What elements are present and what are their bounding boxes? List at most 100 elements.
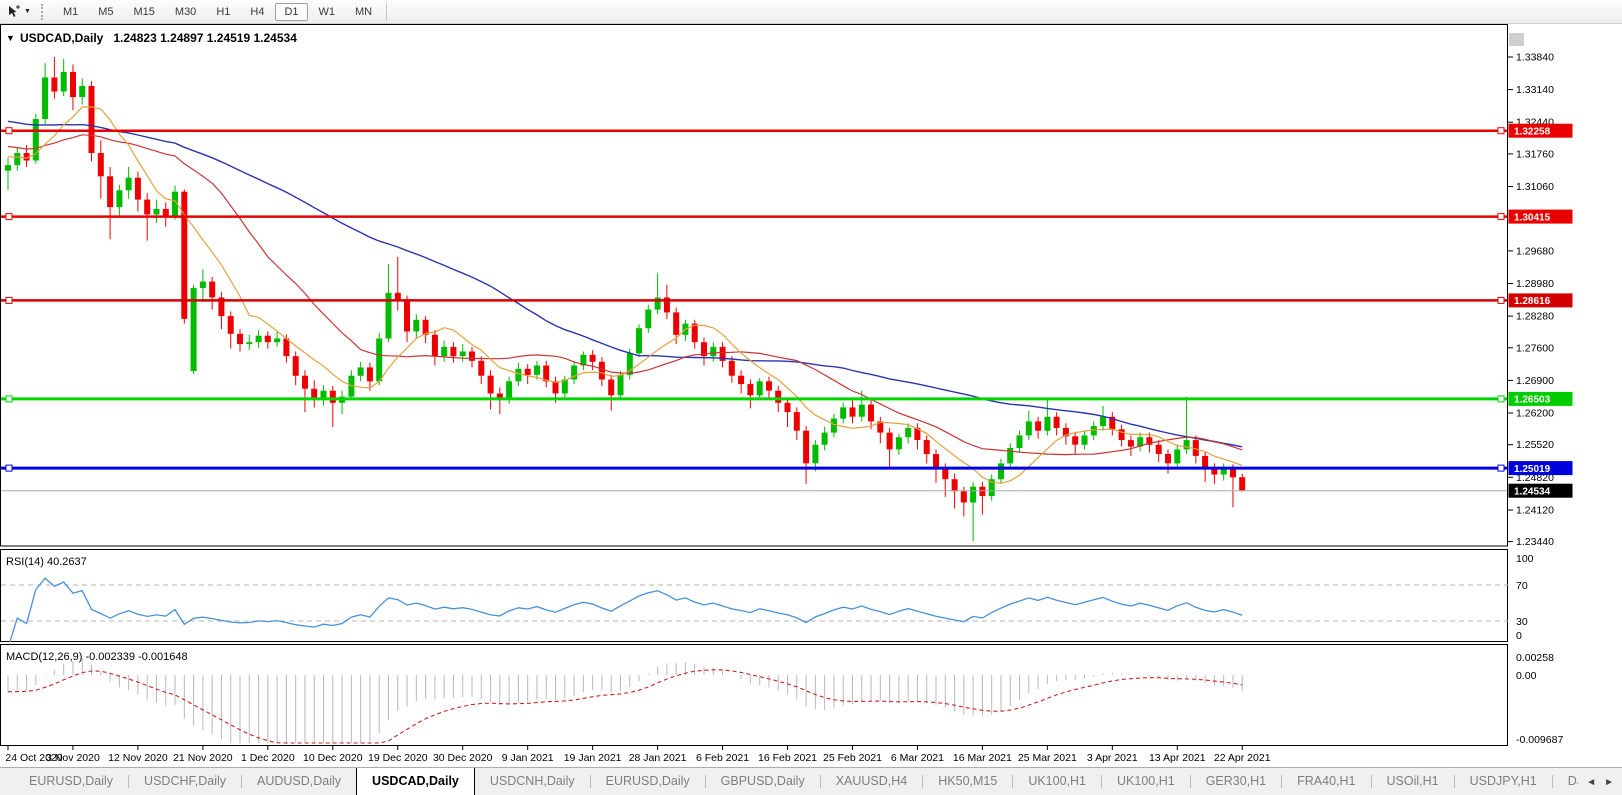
- date-ticks: 24 Oct 20203 Nov 202012 Nov 202021 Nov 2…: [5, 746, 1270, 764]
- rsi-indicator-pane[interactable]: RSI(14) 40.2637 100 70 30 0: [0, 549, 1622, 642]
- tab-ger30-h1[interactable]: GER30,H1: [1191, 768, 1281, 795]
- timeframe-buttons: M1M5M15M30H1H4D1W1MN: [53, 0, 382, 23]
- svg-text:1.24120: 1.24120: [1516, 505, 1554, 517]
- chart-symbol: USDCAD,Daily: [20, 31, 104, 45]
- rsi-axis-label: 70: [1516, 580, 1528, 592]
- tab-xauusd-h4[interactable]: XAUUSD,H4: [821, 768, 923, 795]
- timeframe-toolbar: ▼ M1M5M15M30H1H4D1W1MN: [0, 0, 1622, 24]
- tab-audusd-daily[interactable]: AUDUSD,Daily: [242, 768, 356, 795]
- timeframe-button-h4[interactable]: H4: [241, 3, 273, 21]
- rsi-label: RSI(14) 40.2637: [6, 556, 87, 568]
- toolbar-grip[interactable]: [41, 4, 47, 20]
- tab-usdjpy-h1[interactable]: USDJPY,H1: [1455, 768, 1552, 795]
- tab-scroll-arrows: ◄ ►: [1578, 768, 1622, 795]
- timeframe-button-w1[interactable]: W1: [310, 3, 345, 21]
- tab-usdchf-daily[interactable]: USDCHF,Daily: [129, 768, 241, 795]
- tab-gbpusd-daily[interactable]: GBPUSD,Daily: [706, 768, 820, 795]
- chevron-down-icon: ▼: [24, 8, 31, 15]
- svg-text:1.25520: 1.25520: [1516, 439, 1554, 451]
- svg-text:1.31060: 1.31060: [1516, 181, 1554, 193]
- rsi-border: [1, 550, 1508, 642]
- timeframe-button-mn[interactable]: MN: [346, 3, 381, 21]
- tab-eurusd-daily[interactable]: EURUSD,Daily: [591, 768, 705, 795]
- time-axis[interactable]: 24 Oct 20203 Nov 202012 Nov 202021 Nov 2…: [0, 746, 1622, 767]
- svg-text:USDCAD,Daily1.24823 1.24897 1.: USDCAD,Daily 1.24823 1.24897 1.24519 1.24…: [20, 31, 297, 45]
- timeframe-button-m15[interactable]: M15: [125, 3, 164, 21]
- date-tick-label: 16 Feb 2021: [758, 752, 817, 764]
- price-axis[interactable]: 1.338401.331401.324401.317601.310601.296…: [1508, 52, 1573, 548]
- tab-eurusd-daily[interactable]: EURUSD,Daily: [14, 768, 128, 795]
- date-tick-label: 30 Dec 2020: [433, 752, 493, 764]
- macd-axis-label: -0.009687: [1516, 734, 1563, 746]
- date-tick-label: 6 Feb 2021: [696, 752, 749, 764]
- toolbar-separator: [386, 3, 387, 21]
- main-chart-pane[interactable]: 1.338401.331401.324401.317601.310601.296…: [0, 24, 1622, 547]
- tab-uk100-h1[interactable]: UK100,H1: [1102, 768, 1190, 795]
- tab-scroll-left-icon[interactable]: ◄: [1586, 777, 1596, 788]
- date-tick-label: 9 Jan 2021: [502, 752, 554, 764]
- date-tick-label: 13 Apr 2021: [1149, 752, 1206, 764]
- rsi-axis-label: 100: [1516, 553, 1534, 565]
- timeframe-button-m1[interactable]: M1: [54, 3, 87, 21]
- date-tick-label: 12 Nov 2020: [108, 752, 168, 764]
- chart-tabs-bar: EURUSD,DailyUSDCHF,DailyAUDUSD,DailyUSDC…: [0, 767, 1622, 795]
- rsi-axis-label: 30: [1516, 616, 1528, 628]
- date-tick-label: 28 Jan 2021: [629, 752, 687, 764]
- tab-usdcnh-daily[interactable]: USDCNH,Daily: [475, 768, 590, 795]
- svg-text:1.23440: 1.23440: [1516, 536, 1554, 547]
- macd-label: MACD(12,26,9) -0.002339 -0.001648: [6, 651, 188, 663]
- chart-ohlc-values: 1.24823 1.24897 1.24519 1.24534: [113, 31, 297, 45]
- axis-scroll-marker[interactable]: [1509, 33, 1524, 46]
- timeframe-button-d1[interactable]: D1: [275, 3, 307, 21]
- svg-text:1.30415: 1.30415: [1514, 212, 1551, 223]
- svg-text:1.27600: 1.27600: [1516, 342, 1554, 354]
- date-tick-label: 6 Mar 2021: [891, 752, 944, 764]
- chart-title: ▼ USDCAD,Daily 1.24823 1.24897 1.24519 1.…: [6, 31, 297, 45]
- tab-hk50-m15[interactable]: HK50,M15: [923, 768, 1012, 795]
- macd-histogram: [8, 659, 1242, 744]
- title-expand-caret[interactable]: ▼: [6, 33, 15, 43]
- svg-text:1.32258: 1.32258: [1514, 127, 1551, 138]
- svg-text:1.29680: 1.29680: [1516, 245, 1554, 257]
- svg-text:1.26503: 1.26503: [1514, 395, 1551, 406]
- macd-border: [1, 645, 1508, 746]
- svg-text:1.33140: 1.33140: [1516, 84, 1554, 96]
- date-tick-label: 25 Feb 2021: [823, 752, 882, 764]
- svg-text:1.31760: 1.31760: [1516, 148, 1554, 160]
- rsi-axis-label: 0: [1516, 630, 1522, 642]
- tab-scroll-right-icon[interactable]: ►: [1604, 777, 1614, 788]
- horizontal-levels[interactable]: [0, 128, 1508, 491]
- cursor-tool-button[interactable]: ▼: [0, 0, 35, 23]
- date-tick-label: 22 Apr 2021: [1214, 752, 1271, 764]
- date-tick-label: 10 Dec 2020: [303, 752, 363, 764]
- chart-tabs-list: EURUSD,DailyUSDCHF,DailyAUDUSD,DailyUSDC…: [0, 768, 1578, 795]
- date-tick-label: 3 Nov 2020: [46, 752, 100, 764]
- timeframe-button-m5[interactable]: M5: [89, 3, 122, 21]
- svg-text:1.33840: 1.33840: [1516, 52, 1554, 64]
- trading-terminal-window: ▼ M1M5M15M30H1H4D1W1MN 1.33840 1.33140 1.3…: [0, 0, 1622, 795]
- timeframe-button-h1[interactable]: H1: [207, 3, 239, 21]
- date-tick-label: 16 Mar 2021: [953, 752, 1012, 764]
- date-tick-label: 19 Dec 2020: [368, 752, 428, 764]
- timeframe-button-m30[interactable]: M30: [166, 3, 205, 21]
- date-tick-label: 19 Jan 2021: [564, 752, 622, 764]
- tab-usoil-h1[interactable]: USOil,H1: [1372, 768, 1454, 795]
- date-tick-label: 21 Nov 2020: [173, 752, 233, 764]
- macd-indicator-pane[interactable]: MACD(12,26,9) -0.002339 -0.001648 0.00258…: [0, 644, 1622, 746]
- date-tick-label: 25 Mar 2021: [1018, 752, 1077, 764]
- tab-fra40-h1[interactable]: FRA40,H1: [1282, 768, 1370, 795]
- svg-text:1.28616: 1.28616: [1514, 296, 1551, 307]
- svg-text:1.26200: 1.26200: [1516, 408, 1554, 420]
- tab-usdcad-daily[interactable]: USDCAD,Daily: [356, 768, 475, 795]
- date-tick-label: 3 Apr 2021: [1087, 752, 1138, 764]
- cursor-crosshair-icon: [6, 5, 20, 19]
- svg-text:1.28280: 1.28280: [1516, 311, 1554, 323]
- tab-uk100-h1[interactable]: UK100,H1: [1013, 768, 1101, 795]
- svg-text:1.25019: 1.25019: [1514, 464, 1551, 475]
- svg-text:1.24534: 1.24534: [1514, 487, 1551, 498]
- macd-axis-label: 0.00: [1516, 670, 1537, 682]
- macd-axis-label: 0.00258: [1516, 652, 1554, 664]
- svg-text:1.28980: 1.28980: [1516, 278, 1554, 290]
- date-tick-label: 1 Dec 2020: [241, 752, 295, 764]
- tab-dj30-weekly[interactable]: DJ30,Weekly: [1553, 768, 1578, 795]
